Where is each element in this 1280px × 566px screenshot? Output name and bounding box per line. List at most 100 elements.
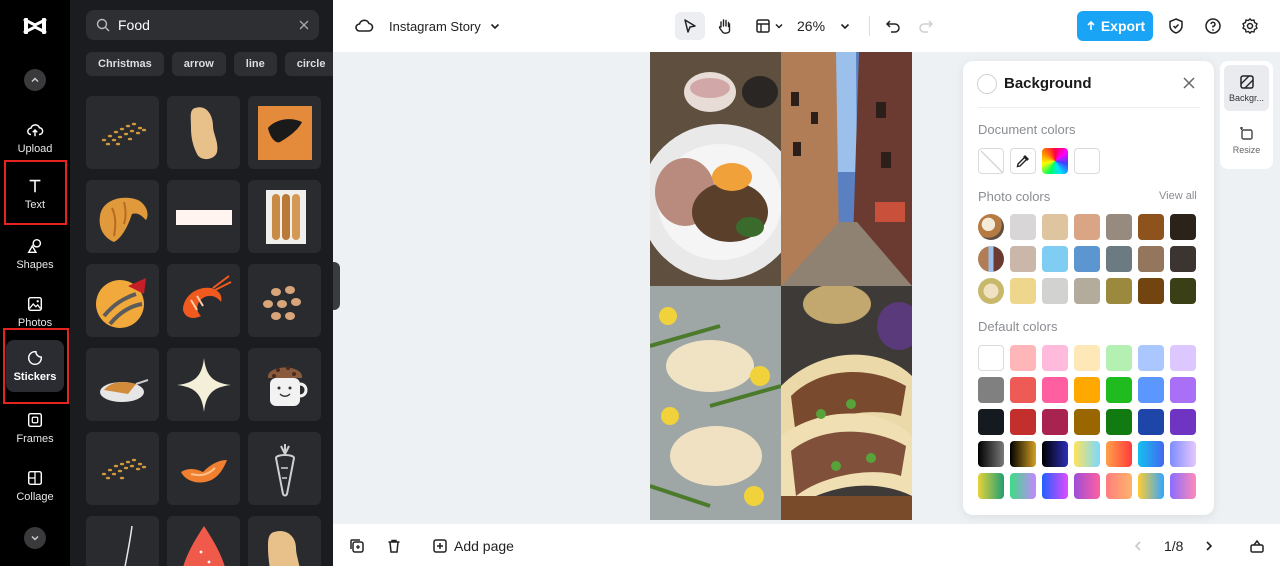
default-color-swatch[interactable]	[1074, 377, 1100, 403]
photo-color-swatch[interactable]	[1042, 278, 1068, 304]
photo-color-swatch[interactable]	[1138, 246, 1164, 272]
gradient-color-swatch[interactable]	[1042, 441, 1068, 467]
rail-scroll-down-button[interactable]	[24, 527, 46, 549]
photo-color-swatch[interactable]	[1138, 214, 1164, 240]
sticker-tile[interactable]	[248, 96, 321, 169]
photo-thumbnail-swatch[interactable]	[978, 278, 1004, 304]
shield-button[interactable]	[1165, 15, 1187, 37]
layout-menu-button[interactable]	[749, 14, 789, 38]
photo-color-swatch[interactable]	[1138, 278, 1164, 304]
design-canvas[interactable]	[650, 52, 912, 520]
chip-circle[interactable]: circle	[284, 52, 333, 76]
sticker-tile[interactable]	[167, 96, 240, 169]
sticker-tile[interactable]	[167, 432, 240, 505]
gradient-color-swatch[interactable]	[1074, 473, 1100, 499]
default-color-swatch[interactable]	[1074, 409, 1100, 435]
collage-photo-steak[interactable]	[650, 52, 781, 286]
eyedropper-button[interactable]	[1010, 148, 1036, 174]
default-color-swatch[interactable]	[1010, 377, 1036, 403]
add-page-button[interactable]: Add page	[432, 536, 514, 556]
sticker-tile[interactable]	[248, 264, 321, 337]
default-color-swatch[interactable]	[1170, 345, 1196, 371]
rail-item-collage[interactable]: Collage	[6, 460, 64, 512]
gradient-color-swatch[interactable]	[1170, 473, 1196, 499]
gradient-color-swatch[interactable]	[1138, 473, 1164, 499]
default-color-swatch[interactable]	[978, 409, 1004, 435]
sticker-tile[interactable]	[86, 96, 159, 169]
custom-color-spectrum-swatch[interactable]	[1042, 148, 1068, 174]
next-page-button[interactable]	[1201, 536, 1217, 556]
document-color-white-swatch[interactable]	[1074, 148, 1100, 174]
photo-color-swatch[interactable]	[1010, 214, 1036, 240]
chip-line[interactable]: line	[233, 52, 277, 76]
photo-color-swatch[interactable]	[1074, 214, 1100, 240]
prev-page-button[interactable]	[1130, 536, 1146, 556]
sticker-tile[interactable]	[86, 264, 159, 337]
photo-color-swatch[interactable]	[1106, 278, 1132, 304]
photo-color-swatch[interactable]	[1170, 214, 1196, 240]
rail-item-upload[interactable]: Upload	[6, 112, 64, 164]
default-color-swatch[interactable]	[1170, 409, 1196, 435]
photo-color-swatch[interactable]	[1010, 246, 1036, 272]
gradient-color-swatch[interactable]	[1106, 473, 1132, 499]
zoom-dropdown[interactable]: 26%	[797, 14, 851, 38]
default-color-swatch[interactable]	[1042, 377, 1068, 403]
sticker-tile[interactable]	[86, 432, 159, 505]
sticker-tile[interactable]	[167, 180, 240, 253]
collage-photo-street[interactable]	[781, 52, 912, 286]
select-tool-button[interactable]	[675, 12, 705, 40]
default-color-swatch[interactable]	[1138, 409, 1164, 435]
default-color-swatch[interactable]	[978, 377, 1004, 403]
delete-page-button[interactable]	[384, 536, 404, 556]
default-color-swatch[interactable]	[1010, 345, 1036, 371]
sticker-tile[interactable]	[86, 516, 159, 566]
sticker-tile[interactable]	[167, 348, 240, 421]
gradient-color-swatch[interactable]	[1010, 473, 1036, 499]
photo-color-swatch[interactable]	[1042, 214, 1068, 240]
photo-color-swatch[interactable]	[1074, 246, 1100, 272]
default-color-swatch[interactable]	[1170, 377, 1196, 403]
export-button[interactable]: Export	[1077, 11, 1153, 41]
gradient-color-swatch[interactable]	[1074, 441, 1100, 467]
photo-thumbnail-swatch[interactable]	[978, 246, 1004, 272]
default-color-swatch[interactable]	[1042, 409, 1068, 435]
duplicate-page-button[interactable]	[347, 536, 367, 556]
rail-scroll-up-button[interactable]	[24, 69, 46, 91]
default-color-swatch[interactable]	[1106, 345, 1132, 371]
project-title-dropdown[interactable]: Instagram Story	[389, 16, 501, 36]
sticker-tile[interactable]	[248, 180, 321, 253]
gradient-color-swatch[interactable]	[1170, 441, 1196, 467]
gradient-color-swatch[interactable]	[1106, 441, 1132, 467]
default-color-swatch[interactable]	[1106, 409, 1132, 435]
photo-color-swatch[interactable]	[1010, 278, 1036, 304]
search-input[interactable]: Food	[86, 10, 319, 40]
photo-thumbnail-swatch[interactable]	[978, 214, 1004, 240]
default-color-swatch[interactable]	[1010, 409, 1036, 435]
undo-button[interactable]	[882, 14, 904, 38]
default-color-swatch[interactable]	[1074, 345, 1100, 371]
right-rail-background[interactable]: Backgr...	[1224, 65, 1269, 111]
help-button[interactable]	[1202, 15, 1224, 37]
photo-color-swatch[interactable]	[1106, 246, 1132, 272]
gradient-color-swatch[interactable]	[1010, 441, 1036, 467]
rail-item-frames[interactable]: Frames	[6, 402, 64, 454]
gradient-color-swatch[interactable]	[1138, 441, 1164, 467]
chip-christmas[interactable]: Christmas	[86, 52, 164, 76]
close-panel-button[interactable]	[1182, 76, 1198, 92]
app-logo[interactable]	[22, 14, 48, 38]
default-color-swatch[interactable]	[1138, 377, 1164, 403]
pages-panel-button[interactable]	[1247, 536, 1267, 556]
chip-arrow[interactable]: arrow	[171, 52, 226, 76]
no-color-swatch[interactable]	[978, 148, 1004, 174]
right-rail-resize[interactable]: Resize	[1224, 117, 1269, 163]
photo-color-swatch[interactable]	[1042, 246, 1068, 272]
default-color-swatch[interactable]	[1138, 345, 1164, 371]
gradient-color-swatch[interactable]	[978, 473, 1004, 499]
gradient-color-swatch[interactable]	[1042, 473, 1068, 499]
sticker-tile[interactable]	[167, 516, 240, 566]
rail-item-shapes[interactable]: Shapes	[6, 228, 64, 280]
photo-color-swatch[interactable]	[1106, 214, 1132, 240]
sticker-tile[interactable]	[167, 264, 240, 337]
default-color-swatch[interactable]	[1106, 377, 1132, 403]
sticker-tile[interactable]	[248, 348, 321, 421]
